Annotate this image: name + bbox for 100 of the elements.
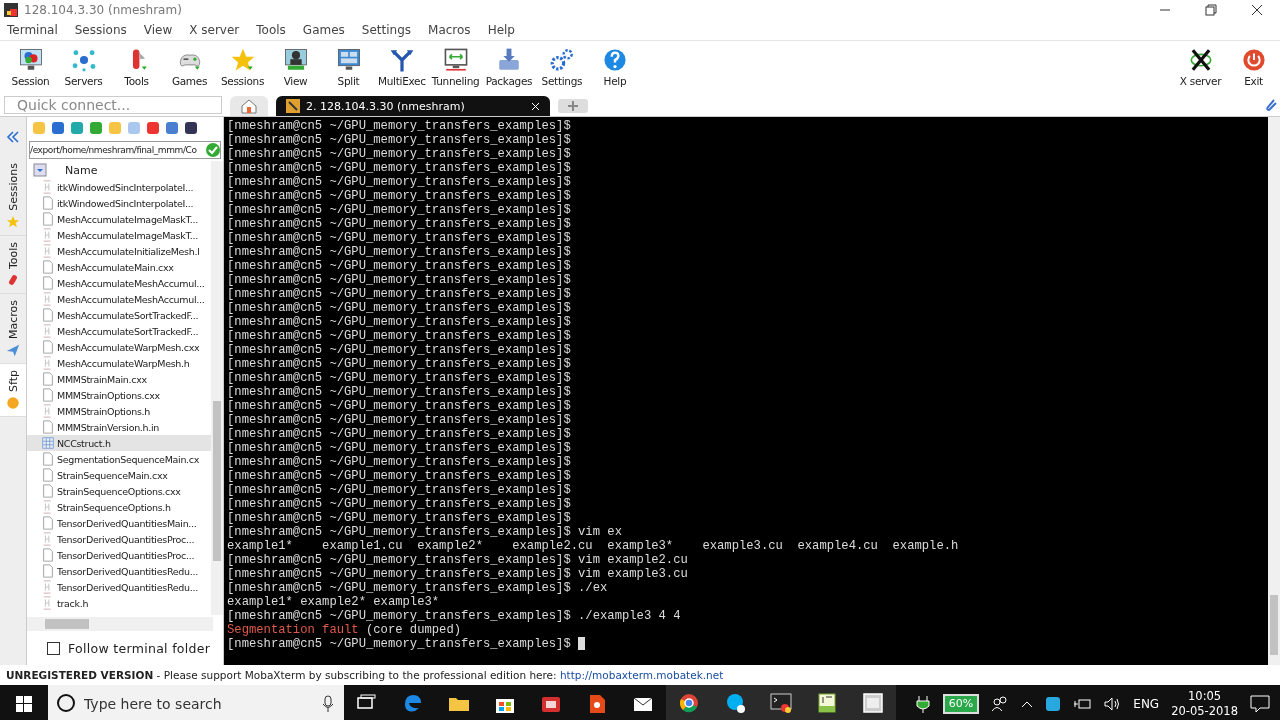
terminal-line: [nmeshram@cn5 ~/GPU_memory_transfers_examples]$ xyxy=(227,455,572,469)
side-tab[interactable]: Sessions xyxy=(0,157,26,236)
side-tab[interactable]: Sftp xyxy=(0,363,26,417)
toolbar-button[interactable]: Help xyxy=(588,47,642,87)
file-item[interactable]: TensorDerivedQuantitiesMain... xyxy=(27,515,211,531)
file-icon xyxy=(41,515,55,531)
terminal[interactable] xyxy=(224,117,1280,665)
file-item[interactable]: MMMStrainMain.cxx xyxy=(27,371,211,387)
toolbar-button[interactable]: Split xyxy=(322,47,375,87)
file-item[interactable]: MeshAccumulateWarpMesh.h xyxy=(27,355,211,371)
file-item[interactable]: MMMStrainVersion.h.in xyxy=(27,419,211,435)
toolbar-button[interactable]: Servers xyxy=(57,47,110,87)
file-icon xyxy=(41,387,55,403)
square-tool-icon[interactable] xyxy=(183,120,199,136)
toolbar-button[interactable]: Games xyxy=(163,47,216,87)
cloud-icon[interactable] xyxy=(1045,695,1062,712)
toolbar-button[interactable]: Tunneling xyxy=(428,47,483,87)
menu-item[interactable]: Macros xyxy=(421,23,481,37)
toolbar-button[interactable]: Exit xyxy=(1227,47,1280,87)
language-indicator[interactable]: ENG xyxy=(1133,696,1160,711)
close-icon[interactable] xyxy=(530,101,540,111)
file-item[interactable]: track.h xyxy=(27,595,211,611)
terminal-line: [nmeshram@cn5 ~/GPU_memory_transfers_examples]$ xyxy=(227,259,572,273)
toolbar-button[interactable]: MultiExec xyxy=(375,47,429,87)
clock[interactable]: 10:05 20-05-2018 xyxy=(1171,688,1238,719)
terminal-line: [nmeshram@cn5 ~/GPU_memory_transfers_examples]$ xyxy=(227,189,572,203)
file-item[interactable]: StrainSequenceMain.cxx xyxy=(27,467,211,483)
session-tab[interactable]: 2. 128.104.3.30 (nmeshram) xyxy=(276,96,550,116)
file-item[interactable]: MeshAccumulateInitializeMesh.l xyxy=(27,243,211,259)
scrollbar[interactable] xyxy=(1268,117,1280,665)
file-item[interactable]: MeshAccumulateImageMaskT... xyxy=(27,211,211,227)
file-item[interactable]: StrainSequenceOptions.cxx xyxy=(27,483,211,499)
quick-connect-field[interactable]: Quick connect... xyxy=(4,96,222,114)
file-item[interactable]: StrainSequenceOptions.h xyxy=(27,499,211,515)
star-icon xyxy=(229,47,256,73)
window-title: 128.104.3.30 (nmeshram) xyxy=(24,3,182,17)
terminal-line: [nmeshram@cn5 ~/GPU_memory_transfers_examples]$ xyxy=(227,273,572,287)
scrollbar[interactable] xyxy=(27,617,213,631)
side-tab[interactable]: Macros xyxy=(0,293,26,364)
terminal-icon xyxy=(769,690,793,715)
microphone-icon[interactable] xyxy=(322,695,334,713)
menu-item[interactable]: X server xyxy=(182,23,250,37)
file-item[interactable]: TensorDerivedQuantitiesRedu... xyxy=(27,563,211,579)
file-item[interactable]: MeshAccumulateMeshAccumul... xyxy=(27,291,211,307)
toolbar-button[interactable]: Session xyxy=(4,47,57,87)
people-icon[interactable] xyxy=(991,695,1010,712)
file-item[interactable]: MMMStrainOptions.cxx xyxy=(27,387,211,403)
file-item[interactable]: MeshAccumulateWarpMesh.cxx xyxy=(27,339,211,355)
file-item[interactable]: MeshAccumulateMain.cxx xyxy=(27,259,211,275)
menu-item[interactable]: Sessions xyxy=(67,23,137,37)
file-item[interactable]: SegmentationSequenceMain.cx xyxy=(27,451,211,467)
collapse-icon[interactable] xyxy=(6,130,20,144)
file-item[interactable]: MeshAccumulateImageMaskT... xyxy=(27,227,211,243)
window-icon xyxy=(861,690,885,715)
toolbar-button[interactable]: Tools xyxy=(110,47,163,87)
check-icon[interactable] xyxy=(206,143,220,157)
paperclip-icon[interactable] xyxy=(1264,97,1278,113)
taskbar-button[interactable] xyxy=(850,685,896,720)
file-item[interactable]: TensorDerivedQuantitiesProc... xyxy=(27,531,211,547)
file-item[interactable]: TensorDerivedQuantitiesProc... xyxy=(27,547,211,563)
column-header[interactable]: Name xyxy=(27,161,211,179)
home-icon xyxy=(240,98,258,114)
home-tab[interactable] xyxy=(230,96,268,116)
toolbar-button[interactable]: Settings xyxy=(535,47,589,87)
menu-item[interactable]: Settings xyxy=(354,23,422,37)
menu-item[interactable]: Tools xyxy=(249,23,296,37)
menu-item[interactable]: View xyxy=(136,23,183,37)
side-tab[interactable]: Tools xyxy=(0,235,26,294)
follow-checkbox[interactable] xyxy=(47,641,60,655)
file-item[interactable]: itkWindowedSincInterpolateI... xyxy=(27,179,211,195)
power-icon[interactable] xyxy=(1073,696,1092,711)
menu-item[interactable]: Help xyxy=(480,23,525,37)
file-item[interactable]: TensorDerivedQuantitiesRedu... xyxy=(27,579,211,595)
file-item[interactable]: NCCstruct.h xyxy=(27,435,211,451)
person-screen-icon xyxy=(282,47,309,73)
toolbar-button[interactable]: View xyxy=(269,47,322,87)
notification-icon[interactable] xyxy=(1250,694,1270,713)
path-field[interactable]: /export/home/nmeshram/final_mmm/Co xyxy=(29,141,221,159)
file-item[interactable]: MeshAccumulateSortTrackedF... xyxy=(27,307,211,323)
paper-plane-icon xyxy=(6,342,20,357)
file-item[interactable]: MMMStrainOptions.h xyxy=(27,403,211,419)
volume-icon[interactable] xyxy=(1103,695,1122,712)
new-tab-button[interactable] xyxy=(557,99,588,113)
website-link[interactable]: http://mobaxterm.mobatek.net xyxy=(559,669,724,681)
file-item[interactable]: MeshAccumulateSortTrackedF... xyxy=(27,323,211,339)
terminal-line: [nmeshram@cn5 ~/GPU_memory_transfers_examples]$ xyxy=(227,357,572,371)
toolbar-button[interactable]: X server xyxy=(1174,47,1227,87)
menu-item[interactable]: Games xyxy=(295,23,355,37)
toolbar-button[interactable]: Sessions xyxy=(216,47,269,87)
terminal-line: [nmeshram@cn5 ~/GPU_memory_transfers_examples]$ vim example3.cu xyxy=(227,567,689,581)
chevron-icon[interactable] xyxy=(1021,699,1034,708)
file-item[interactable]: MeshAccumulateMeshAccumul... xyxy=(27,275,211,291)
menu-item[interactable]: Terminal xyxy=(0,23,68,37)
toolbar-button[interactable]: Packages xyxy=(482,47,536,87)
plug-icon[interactable] xyxy=(914,694,931,713)
file-item[interactable]: itkWindowedSincInterpolateI... xyxy=(27,195,211,211)
search-field[interactable]: Type here to search xyxy=(48,685,344,720)
taskbar-button[interactable] xyxy=(666,685,712,720)
scrollbar[interactable] xyxy=(211,161,223,615)
terminal-line: [nmeshram@cn5 ~/GPU_memory_transfers_examples]$ xyxy=(227,175,572,189)
